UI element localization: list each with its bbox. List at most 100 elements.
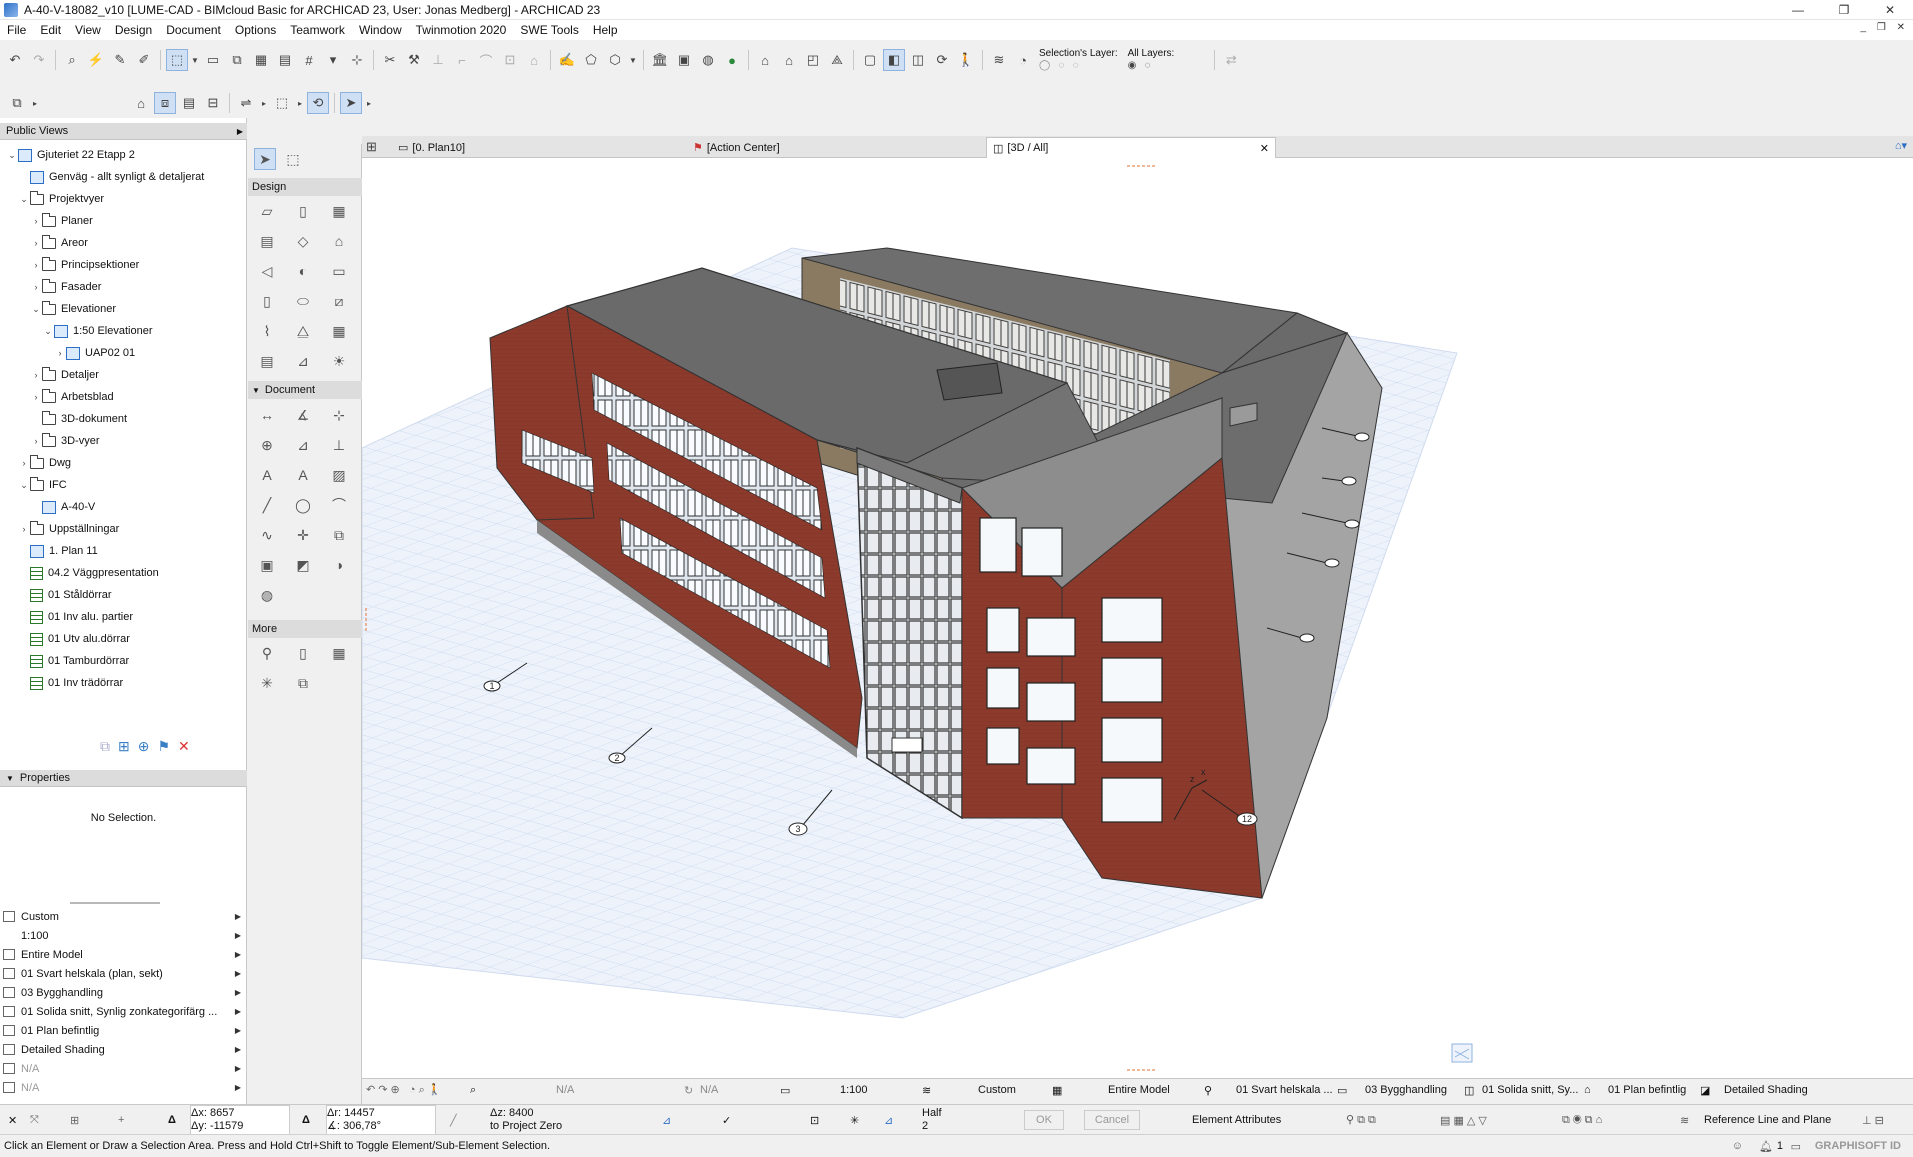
chevron-right-icon[interactable]: › [30,436,42,446]
menu-options[interactable]: Options [228,20,283,40]
radial-dim-icon[interactable]: ⊕ [256,434,278,456]
tree-item[interactable]: 01 Utv alu.dörrar [18,630,130,648]
dz-field[interactable]: Δz: 8400 to Project Zero [490,1105,600,1135]
curtain-icon[interactable]: ▦ [328,642,350,664]
intersect-icon[interactable]: ⌐ [451,49,473,71]
cancel-button[interactable]: Cancel [1084,1110,1140,1130]
beam-tool-icon[interactable]: ▦ [328,200,350,222]
line-tool-icon[interactable]: ╱ [256,494,278,516]
tree-item[interactable]: ⌄ IFC [18,476,67,494]
tree-item[interactable]: › Arbetsblad [30,388,114,406]
shape-icon[interactable]: ⬠ [580,49,602,71]
tree-item[interactable]: 01 Inv alu. partier [18,608,133,626]
skylight-tool-icon[interactable]: ◐ [292,260,314,282]
properties-header[interactable]: ▼ Properties [0,770,247,787]
guideline-icon[interactable]: ▾ [322,49,344,71]
house2-icon[interactable]: ⌂ [778,49,800,71]
new-folder-icon[interactable]: ⊞ [118,738,130,755]
caret-right-icon[interactable]: ▶ [235,950,241,959]
railing-tool-icon[interactable]: ⌇ [256,320,278,342]
tab-plan10[interactable]: ▭ [0. Plan10] [392,137,662,158]
angle-value[interactable]: N/A [700,1079,718,1101]
view-setting-row[interactable]: 01 Plan befintlig ▶ [0,1021,247,1040]
camera-tool-icon[interactable]: ⧉ [292,672,314,694]
chevron-right-icon[interactable]: › [30,370,42,380]
view-setting-row[interactable]: 1:100 ▶ [0,926,247,945]
minimize-button[interactable]: — [1775,0,1821,20]
wall-end-icon[interactable]: ▯ [292,642,314,664]
stair-tool-icon[interactable]: ⧄ [328,290,350,312]
tree-item[interactable]: › Areor [30,234,88,252]
caret-right-icon[interactable]: ▶ [235,1083,241,1092]
elevation-dim-icon[interactable]: ⊿ [292,434,314,456]
clone-folder-icon[interactable]: ⧉ [100,738,110,755]
arc-tool-icon[interactable]: ⌒ [328,494,350,516]
find-select-icon[interactable]: ⌕ [61,49,83,71]
chevron-right-icon[interactable]: › [30,392,42,402]
mdi-controls[interactable]: _ ❐ ✕ [1861,22,1909,33]
window-icon[interactable]: ▭ [1791,1140,1801,1153]
chevron-right-icon[interactable]: › [18,458,30,468]
tree-item[interactable]: › Principsektioner [30,256,139,274]
lamp-tool-icon[interactable]: ⊿ [292,350,314,372]
caret-down-icon[interactable]: ▼ [6,774,14,783]
zoom-value[interactable]: N/A [556,1079,574,1101]
plus-icon[interactable]: + [118,1105,124,1135]
layer-combo[interactable]: Custom [978,1079,1016,1101]
tab-action-center[interactable]: ⚑ [Action Center] [687,137,977,158]
close-button[interactable]: ✕ [1867,0,1913,20]
explode-icon[interactable]: ⊡ [499,49,521,71]
spline-tool-icon[interactable]: ∿ [256,524,278,546]
guide-icon[interactable]: ⊿ [884,1105,893,1135]
view-setting-row[interactable]: 01 Svart helskala (plan, sekt) ▶ [0,964,247,983]
organizer-icon[interactable]: ⧉ [6,92,28,114]
tree-item[interactable]: 04.2 Väggpresentation [18,564,159,582]
viewport-corner-icon[interactable] [1451,1043,1473,1063]
tree-item[interactable]: › Dwg [18,454,71,472]
menu-file[interactable]: File [0,20,33,40]
teamwork-send-icon[interactable]: ⇄ [1220,49,1242,71]
tree-item[interactable]: 01 Inv trädörrar [18,674,123,692]
caret-right-icon[interactable]: ▶ [235,931,241,940]
tree-item[interactable]: › Detaljer [30,366,99,384]
dropdown-icon[interactable]: ▼ [190,49,200,71]
chevron-right-icon[interactable]: › [54,348,66,358]
tree-item[interactable]: 3D-dokument [30,410,127,428]
bimx-icon[interactable]: ◍ [697,49,719,71]
view-setting-row[interactable]: 03 Bygghandling ▶ [0,983,247,1002]
tab-close-icon[interactable]: ✕ [1260,142,1269,155]
menu-window[interactable]: Window [352,20,409,40]
caret-right-icon[interactable]: ▶ [235,1064,241,1073]
fill-tool-icon[interactable]: ▨ [328,464,350,486]
solid-ops-icon[interactable]: ⬡ [604,49,626,71]
window-tool-icon[interactable]: ▤ [256,230,278,252]
menu-document[interactable]: Document [159,20,228,40]
more-section-header[interactable]: More [248,620,362,638]
syringe-icon[interactable]: ✐ [133,49,155,71]
spot-icon[interactable]: ⊥ [328,434,350,456]
grid-toggle-icons[interactable]: ▤ ▦ △ ▽ [1440,1105,1487,1135]
grid-snap-icon[interactable]: ▦ [250,49,272,71]
deselect-icon[interactable]: ✕ [8,1105,17,1135]
walk-icon[interactable]: 🚶 [955,49,977,71]
chevron-down-icon[interactable]: ⌄ [18,480,30,491]
menu-twinmotion[interactable]: Twinmotion 2020 [409,20,514,40]
menu-teamwork[interactable]: Teamwork [283,20,352,40]
rotate-view-icon[interactable]: ⟲ [307,92,329,114]
bell-icon[interactable]: 🔔︎ [1759,1140,1773,1153]
view-setting-row[interactable]: N/A ▶ [0,1078,247,1097]
box-icon[interactable]: ◫ [907,49,929,71]
chevron-right-icon[interactable]: › [18,524,30,534]
tree-item[interactable]: ⌄ Gjuteriet 22 Etapp 2 [6,146,135,164]
snap-icon[interactable]: ⊡ [810,1105,819,1135]
brush-icon[interactable]: ✍ [556,49,578,71]
hotspot-tool-icon[interactable]: ✛ [292,524,314,546]
curtain-wall-tool-icon[interactable]: ▭ [328,260,350,282]
snap-guides-icon[interactable]: ⊹ [346,49,368,71]
reference-line-dropdown[interactable]: Reference Line and Plane [1704,1105,1831,1135]
structure-value[interactable]: Entire Model [1108,1079,1170,1101]
angle-icon[interactable]: ↻ [684,1079,693,1101]
chevron-down-icon[interactable]: ⌄ [18,194,30,205]
dropdown-icon[interactable]: ▸ [30,92,40,114]
caret-right-icon[interactable]: ▶ [235,1045,241,1054]
